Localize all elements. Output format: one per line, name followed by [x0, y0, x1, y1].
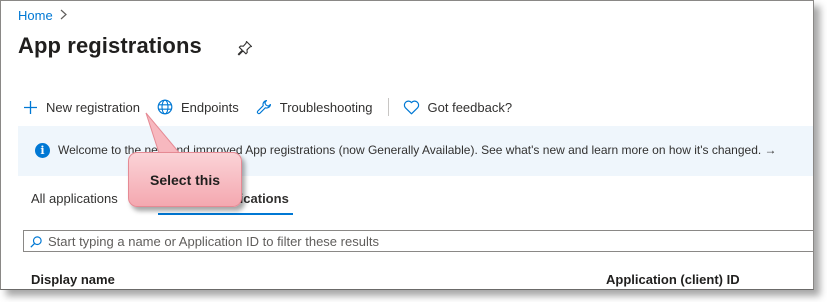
- info-icon: i: [35, 143, 50, 158]
- search-input[interactable]: [48, 232, 808, 250]
- app-registrations-window: Home App registrations New registration …: [0, 0, 814, 290]
- active-tab-indicator: [158, 213, 293, 215]
- endpoints-button[interactable]: Endpoints: [157, 99, 239, 115]
- chevron-right-icon: [60, 9, 67, 23]
- new-registration-button[interactable]: New registration: [23, 100, 140, 115]
- tab-all-applications[interactable]: All applications: [31, 191, 118, 206]
- search-box[interactable]: [23, 230, 813, 252]
- plus-icon: [24, 100, 37, 114]
- new-registration-label: New registration: [46, 99, 140, 115]
- breadcrumb: Home: [18, 8, 67, 23]
- page-title: App registrations: [18, 33, 202, 58]
- got-feedback-button[interactable]: Got feedback?: [403, 99, 513, 115]
- heart-icon: [403, 100, 419, 114]
- wrench-icon: [256, 99, 271, 115]
- got-feedback-label: Got feedback?: [427, 99, 513, 115]
- callout-text: Select this: [149, 171, 221, 188]
- command-bar: New registration Endpoints Troubleshooti…: [23, 96, 529, 118]
- globe-icon: [157, 99, 173, 115]
- toolbar-divider: [387, 98, 389, 116]
- column-header-display-name[interactable]: Display name: [31, 272, 115, 287]
- endpoints-label: Endpoints: [180, 99, 239, 115]
- troubleshooting-label: Troubleshooting: [279, 99, 373, 115]
- select-this-callout: Select this: [128, 152, 242, 207]
- column-header-application-id[interactable]: Application (client) ID: [606, 272, 740, 287]
- search-icon: [30, 236, 42, 248]
- troubleshooting-button[interactable]: Troubleshooting: [256, 99, 373, 115]
- breadcrumb-home-link[interactable]: Home: [18, 8, 53, 23]
- pin-icon[interactable]: [237, 40, 253, 61]
